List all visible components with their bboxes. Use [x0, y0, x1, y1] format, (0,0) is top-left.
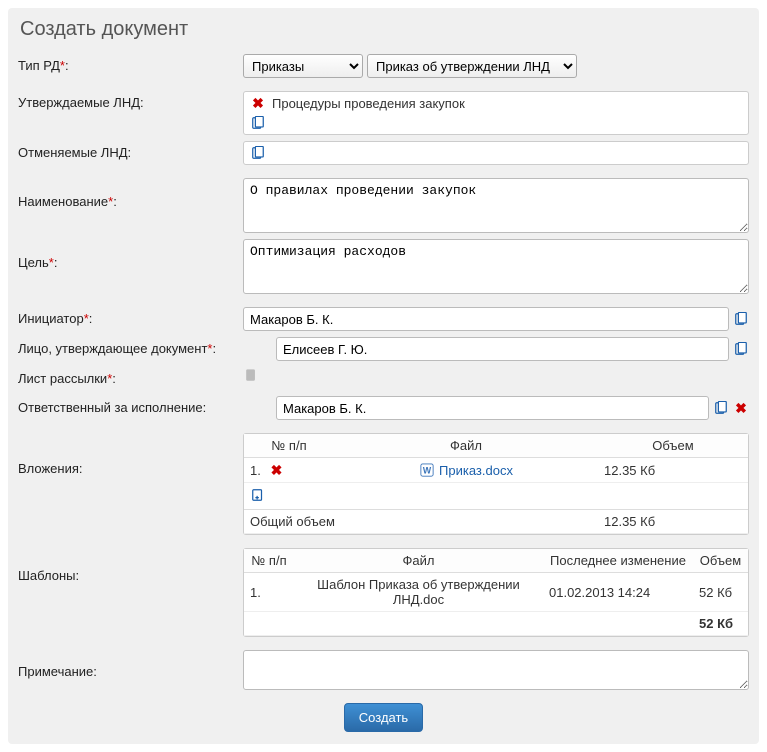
total-size: 12.35 Кб: [598, 510, 748, 534]
clear-responsible-icon[interactable]: ✖: [733, 400, 749, 416]
label-approver: Лицо, утверждающее документ*:: [18, 337, 276, 360]
goal-textarea[interactable]: [243, 239, 749, 294]
label-responsible: Ответственный за исполнение:: [18, 396, 276, 419]
total-size: 52 Кб: [693, 612, 748, 636]
cell-num: 1.: [244, 573, 294, 612]
x-icon: ✖: [735, 401, 747, 415]
label-approved-lnd: Утверждаемые ЛНД:: [18, 91, 243, 114]
col-size: Объем: [693, 549, 748, 573]
create-button[interactable]: Создать: [344, 703, 423, 732]
name-textarea[interactable]: [243, 178, 749, 233]
label-note: Примечание:: [18, 650, 243, 683]
remove-attachment-icon[interactable]: ✖: [268, 462, 284, 478]
label-type-rd: Тип РД*:: [18, 54, 243, 77]
svg-text:W: W: [423, 466, 432, 476]
add-attachment-row: [244, 483, 748, 510]
approver-input[interactable]: [276, 337, 729, 361]
label-goal: Цель*:: [18, 239, 243, 274]
col-file: Файл: [334, 434, 598, 458]
add-approved-lnd-icon[interactable]: [250, 115, 266, 131]
row-type-rd: Тип РД*: Приказы Приказ об утверждении Л…: [18, 51, 749, 81]
total-label: Общий объем: [244, 510, 598, 534]
x-icon: ✖: [271, 463, 283, 477]
row-name: Наименование*:: [18, 172, 749, 236]
row-approver: Лицо, утверждающее документ*:: [18, 334, 749, 364]
pick-responsible-icon[interactable]: [713, 400, 729, 416]
templates-total-row: 52 Кб: [244, 612, 748, 636]
cell-modified: 01.02.2013 14:24: [543, 573, 693, 612]
row-initiator: Инициатор*:: [18, 301, 749, 334]
x-icon: ✖: [252, 96, 264, 110]
attachments-table: № п/п Файл Объем 1. ✖: [243, 433, 749, 535]
responsible-input[interactable]: [276, 396, 709, 420]
templates-table: № п/п Файл Последнее изменение Объем 1. …: [243, 548, 749, 637]
template-file-link[interactable]: Шаблон Приказа об утверждении ЛНД.doc: [317, 577, 520, 607]
attachment-file-link[interactable]: Приказ.docx: [439, 463, 513, 478]
pick-approver-icon[interactable]: [733, 341, 749, 357]
row-responsible: Ответственный за исполнение: ✖: [18, 393, 749, 423]
row-attachments: Вложения: № п/п Файл Объем 1. ✖: [18, 427, 749, 538]
table-header-row: № п/п Файл Последнее изменение Объем: [244, 549, 748, 573]
row-cancelled-lnd: Отменяемые ЛНД:: [18, 138, 749, 168]
cell-size: 52 Кб: [693, 573, 748, 612]
table-row: 1. ✖ W Приказ.docx: [244, 458, 748, 483]
row-distribution: Лист рассылки*:: [18, 364, 749, 393]
row-goal: Цель*:: [18, 236, 749, 297]
page-title: Создать документ: [20, 18, 749, 41]
label-distribution: Лист рассылки*:: [18, 367, 243, 390]
label-cancelled-lnd: Отменяемые ЛНД:: [18, 141, 243, 164]
table-row: 1. Шаблон Приказа об утверждении ЛНД.doc…: [244, 573, 748, 612]
add-attachment-icon[interactable]: [250, 487, 266, 503]
pick-initiator-icon[interactable]: [733, 311, 749, 327]
col-modified: Последнее изменение: [543, 549, 693, 573]
remove-approved-lnd-icon[interactable]: ✖: [250, 95, 266, 111]
select-type-rd-2[interactable]: Приказ об утверждении ЛНД: [367, 54, 577, 78]
label-initiator: Инициатор*:: [18, 307, 243, 330]
table-header-row: № п/п Файл Объем: [244, 434, 748, 458]
label-name: Наименование*:: [18, 178, 243, 213]
actions-bar: Создать: [18, 693, 749, 732]
distribution-disabled-icon: [243, 367, 259, 383]
label-attachments: Вложения:: [18, 433, 243, 480]
select-type-rd-1[interactable]: Приказы: [243, 54, 363, 78]
col-num: № п/п: [244, 549, 294, 573]
col-size: Объем: [598, 434, 748, 458]
row-approved-lnd: Утверждаемые ЛНД: ✖ Процедуры проведения…: [18, 85, 749, 138]
col-file: Файл: [294, 549, 543, 573]
create-document-form: Создать документ Тип РД*: Приказы Приказ…: [8, 8, 759, 744]
note-textarea[interactable]: [243, 650, 749, 690]
approved-lnd-item: Процедуры проведения закупок: [272, 96, 465, 111]
row-templates: Шаблоны: № п/п Файл Последнее изменение …: [18, 542, 749, 640]
approved-lnd-box: ✖ Процедуры проведения закупок: [243, 91, 749, 135]
add-cancelled-lnd-icon[interactable]: [250, 145, 266, 161]
initiator-input[interactable]: [243, 307, 729, 331]
word-file-icon: W: [419, 462, 435, 478]
cell-num: 1.: [250, 463, 261, 478]
label-templates: Шаблоны:: [18, 548, 243, 587]
row-note: Примечание:: [18, 644, 749, 693]
cancelled-lnd-box: [243, 141, 749, 165]
attachments-total-row: Общий объем 12.35 Кб: [244, 510, 748, 534]
cell-size: 12.35 Кб: [598, 458, 748, 483]
col-num: № п/п: [244, 434, 334, 458]
